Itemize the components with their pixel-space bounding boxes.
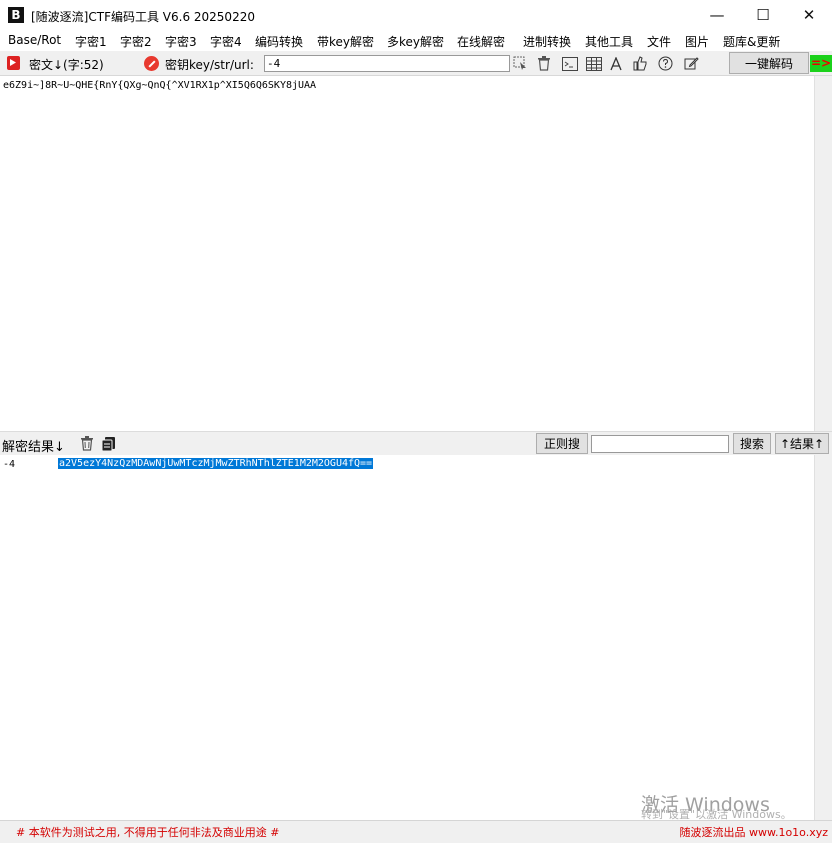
key-label: 密钥key/str/url: <box>165 56 254 73</box>
menu-base-convert[interactable]: 进制转换 <box>523 33 571 50</box>
menu-bar: Base/Rot 字密1 字密2 字密3 字密4 编码转换 带key解密 多ke… <box>0 30 832 51</box>
status-credit: 随波逐流出品 www.1o1o.xyz <box>679 824 828 840</box>
one-click-decode-button[interactable]: 一键解码 <box>729 52 809 74</box>
trash-icon[interactable] <box>535 55 553 72</box>
run-arrow-button[interactable]: => <box>810 55 832 72</box>
ciphertext-scrollbar[interactable] <box>814 76 832 431</box>
result-up-button[interactable]: ↑结果↑ <box>775 433 829 454</box>
search-button[interactable]: 搜索 <box>733 433 771 454</box>
search-input[interactable] <box>591 435 729 453</box>
close-button[interactable]: ✕ <box>786 0 832 30</box>
ciphertext-icon <box>7 56 20 70</box>
key-input[interactable]: -4 <box>264 55 510 72</box>
menu-file[interactable]: 文件 <box>647 33 671 50</box>
ciphertext-textarea[interactable]: e6Z9i~]8R~U~QHE{RnY{QXg~QnQ{^XV1RX1p^XI5… <box>0 76 815 431</box>
cursor-select-icon[interactable] <box>511 55 529 72</box>
terminal-icon[interactable] <box>561 55 579 72</box>
edit-icon[interactable] <box>682 55 700 72</box>
menu-zimi1[interactable]: 字密1 <box>75 33 107 50</box>
menu-multi-key-decrypt[interactable]: 多key解密 <box>387 33 444 50</box>
regex-search-button[interactable]: 正则搜 <box>536 433 588 454</box>
maximize-button[interactable]: ☐ <box>740 0 786 30</box>
activate-windows-subtext: 转到"设置"以激活 Windows。 <box>641 806 792 822</box>
copy-result-icon[interactable] <box>99 435 117 452</box>
result-label: 解密结果↓ <box>2 436 65 455</box>
thumbs-up-icon[interactable] <box>631 55 649 72</box>
toolbar: 密文↓(字:52) 密钥key/str/url: -4 一键解码 <box>0 51 832 76</box>
menu-online-decrypt[interactable]: 在线解密 <box>457 33 505 50</box>
menu-other-tools[interactable]: 其他工具 <box>585 33 633 50</box>
app-logo-icon: B <box>8 7 24 23</box>
result-scrollbar[interactable] <box>814 455 832 820</box>
menu-base-rot[interactable]: Base/Rot <box>8 33 61 47</box>
status-notice: # 本软件为测试之用, 不得用于任何非法及商业用途 # <box>16 824 279 840</box>
ciphertext-content: e6Z9i~]8R~U~QHE{RnY{QXg~QnQ{^XV1RX1p^XI5… <box>3 80 316 91</box>
result-toolbar: 解密结果↓ 正则搜 搜索 ↑结果↑ <box>0 431 832 456</box>
menu-encoding[interactable]: 编码转换 <box>255 33 303 50</box>
key-icon <box>144 56 159 71</box>
menu-key-decrypt[interactable]: 带key解密 <box>317 33 374 50</box>
result-key: -4 <box>3 459 15 470</box>
menu-problem-bank[interactable]: 题库&更新 <box>723 33 780 50</box>
title-bar: B [随波逐流]CTF编码工具 V6.6 20250220 — ☐ ✕ <box>0 0 832 30</box>
minimize-button[interactable]: — <box>694 0 740 30</box>
window-title: [随波逐流]CTF编码工具 V6.6 20250220 <box>31 8 255 25</box>
menu-zimi3[interactable]: 字密3 <box>165 33 197 50</box>
table-icon[interactable] <box>585 55 603 72</box>
result-textarea[interactable]: -4 a2V5ezY4NzQzMDAwNjUwMTczMjMwZTRhNThlZ… <box>0 455 814 820</box>
status-bar: # 本软件为测试之用, 不得用于任何非法及商业用途 # 随波逐流出品 www.1… <box>0 820 832 843</box>
help-icon[interactable] <box>656 55 674 72</box>
menu-zimi4[interactable]: 字密4 <box>210 33 242 50</box>
menu-zimi2[interactable]: 字密2 <box>120 33 152 50</box>
clear-result-trash-icon[interactable] <box>78 435 96 452</box>
cipher-label: 密文↓(字:52) <box>29 56 104 73</box>
menu-image[interactable]: 图片 <box>685 33 709 50</box>
font-icon[interactable] <box>607 55 625 72</box>
result-value-selected[interactable]: a2V5ezY4NzQzMDAwNjUwMTczMjMwZTRhNThlZTE1… <box>58 458 373 469</box>
